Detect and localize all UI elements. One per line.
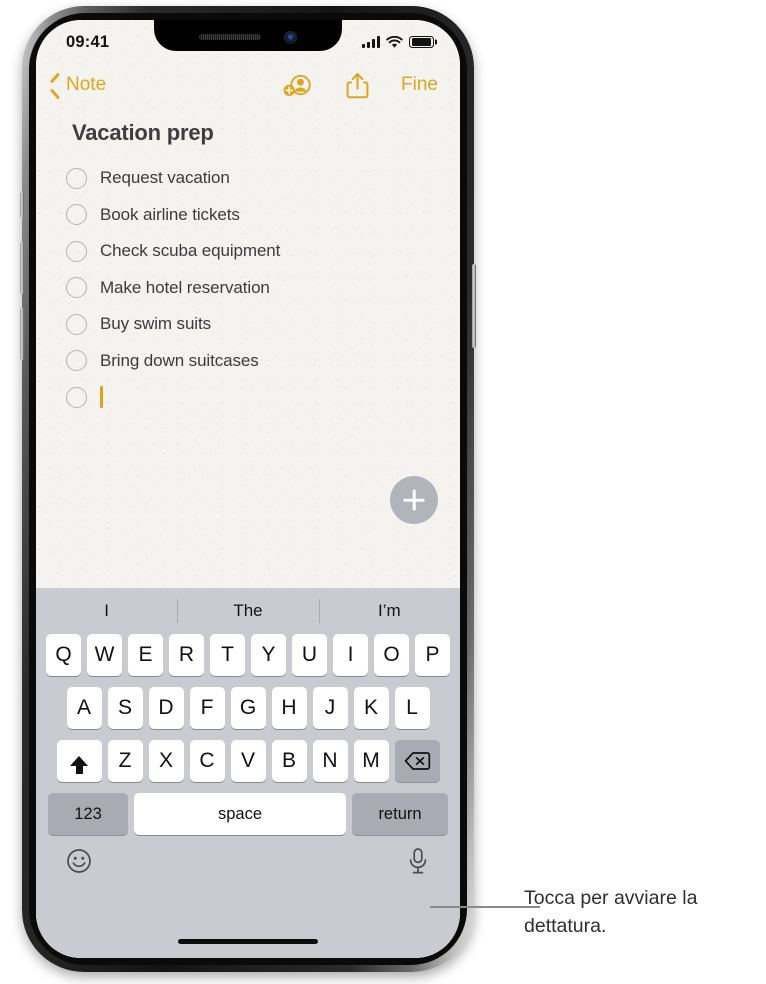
wifi-icon — [386, 35, 403, 48]
note-title: Vacation prep — [72, 120, 214, 145]
key-w[interactable]: W — [87, 634, 122, 676]
iphone-device: 09:41 Note Fine Vacation prep Request va… — [20, 6, 476, 972]
keyboard-row-3: Z X C V B N M — [36, 740, 460, 782]
key-m[interactable]: M — [353, 740, 389, 782]
key-k[interactable]: K — [353, 687, 389, 729]
home-indicator[interactable] — [178, 939, 318, 944]
shift-arrow-icon — [70, 756, 88, 774]
front-camera-icon — [284, 30, 297, 44]
checkbox-circle-icon[interactable] — [66, 386, 87, 408]
key-g[interactable]: G — [230, 687, 266, 729]
add-person-button[interactable] — [282, 73, 312, 97]
key-o[interactable]: O — [374, 634, 409, 676]
key-u[interactable]: U — [292, 634, 327, 676]
done-button[interactable]: Fine — [401, 74, 438, 96]
cellular-signal-icon — [362, 36, 380, 48]
key-f[interactable]: F — [189, 687, 225, 729]
checklist-item-active[interactable] — [66, 379, 434, 416]
key-x[interactable]: X — [148, 740, 184, 782]
keyboard-row-4: 123 space return — [36, 793, 460, 835]
checkbox-circle-icon[interactable] — [66, 350, 87, 372]
space-key[interactable]: space — [134, 793, 346, 835]
shift-key[interactable] — [56, 740, 102, 782]
checkbox-circle-icon[interactable] — [66, 277, 87, 299]
device-notch — [154, 20, 342, 51]
keyboard-row-2: A S D F G H J K L — [36, 687, 460, 729]
prediction-candidate[interactable]: The — [177, 601, 318, 621]
checklist-item-label: Check scuba equipment — [100, 241, 281, 261]
power-button[interactable] — [472, 264, 476, 348]
prediction-candidate[interactable]: I — [36, 601, 177, 621]
checklist-item-label: Make hotel reservation — [100, 277, 270, 297]
mute-switch[interactable] — [20, 192, 24, 218]
key-a[interactable]: A — [66, 687, 102, 729]
device-screen: 09:41 Note Fine Vacation prep Request va… — [36, 20, 460, 958]
key-j[interactable]: J — [312, 687, 348, 729]
share-icon — [346, 72, 369, 98]
key-s[interactable]: S — [107, 687, 143, 729]
key-e[interactable]: E — [128, 634, 163, 676]
navigation-toolbar: Note Fine — [36, 60, 460, 110]
dictation-key[interactable] — [406, 847, 430, 880]
delete-backward-icon — [404, 752, 430, 770]
emoji-key[interactable] — [66, 848, 92, 879]
back-to-notes-button[interactable]: Note — [50, 74, 106, 96]
checklist-item[interactable]: Bring down suitcases — [66, 343, 434, 380]
key-q[interactable]: Q — [46, 634, 81, 676]
key-b[interactable]: B — [271, 740, 307, 782]
note-checklist: Request vacation Book airline tickets Ch… — [66, 160, 434, 416]
checklist-item[interactable]: Request vacation — [66, 160, 434, 197]
key-r[interactable]: R — [169, 634, 204, 676]
checklist-item-label: Bring down suitcases — [100, 350, 259, 370]
emoji-smiley-icon — [67, 848, 91, 873]
earpiece-speaker-icon — [199, 34, 261, 40]
numeric-keyboard-key[interactable]: 123 — [48, 793, 128, 835]
status-bar-indicators — [362, 35, 434, 49]
key-z[interactable]: Z — [107, 740, 143, 782]
share-button[interactable] — [346, 72, 369, 99]
key-v[interactable]: V — [230, 740, 266, 782]
checklist-item[interactable]: Make hotel reservation — [66, 270, 434, 307]
toolbar-actions — [282, 72, 369, 99]
volume-up-button[interactable] — [20, 242, 24, 294]
microphone-icon — [409, 847, 427, 873]
predictive-text-bar: I The I’m — [36, 588, 460, 634]
key-n[interactable]: N — [312, 740, 348, 782]
text-cursor — [100, 386, 103, 409]
key-l[interactable]: L — [394, 687, 430, 729]
callout-label: Tocca per avviare la dettatura. — [524, 887, 698, 937]
add-attachment-button[interactable] — [390, 476, 438, 524]
key-c[interactable]: C — [189, 740, 225, 782]
return-key[interactable]: return — [352, 793, 448, 835]
add-person-icon — [283, 74, 311, 96]
prediction-candidate[interactable]: I’m — [319, 601, 460, 621]
key-d[interactable]: D — [148, 687, 184, 729]
checkbox-circle-icon[interactable] — [66, 167, 87, 189]
checklist-item-label: Request vacation — [100, 168, 230, 188]
callout-leader-line — [430, 906, 540, 908]
checklist-item-label: Buy swim suits — [100, 314, 212, 334]
checkbox-circle-icon[interactable] — [66, 313, 87, 335]
chevron-left-icon — [50, 76, 61, 94]
battery-full-icon — [409, 35, 434, 49]
checklist-item[interactable]: Buy swim suits — [66, 306, 434, 343]
keyboard-row-1: Q W E R T Y U I O P — [36, 634, 460, 676]
checkbox-circle-icon[interactable] — [66, 204, 87, 226]
volume-down-button[interactable] — [20, 308, 24, 360]
checklist-item[interactable]: Check scuba equipment — [66, 233, 434, 270]
key-y[interactable]: Y — [251, 634, 286, 676]
key-h[interactable]: H — [271, 687, 307, 729]
key-t[interactable]: T — [210, 634, 245, 676]
keyboard-bottom-bar — [36, 835, 460, 891]
checklist-item[interactable]: Book airline tickets — [66, 197, 434, 234]
key-p[interactable]: P — [415, 634, 450, 676]
status-bar-time: 09:41 — [66, 32, 110, 51]
checklist-item-label: Book airline tickets — [100, 204, 240, 224]
checkbox-circle-icon[interactable] — [66, 240, 87, 262]
key-i[interactable]: I — [333, 634, 368, 676]
delete-key[interactable] — [394, 740, 440, 782]
onscreen-keyboard: I The I’m Q W E R T Y U I O P A S D F G … — [36, 588, 460, 958]
back-button-label: Note — [66, 74, 107, 95]
